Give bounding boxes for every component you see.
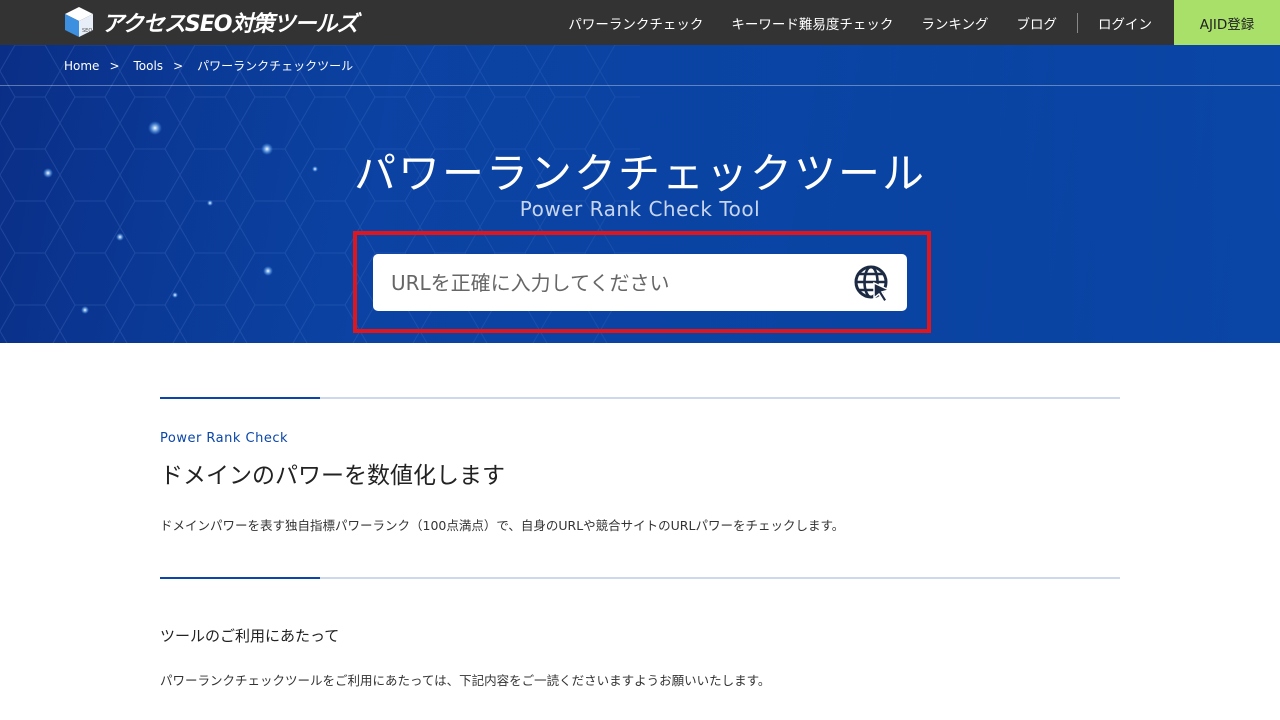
logo-badge: SEO xyxy=(82,28,92,34)
url-input[interactable] xyxy=(373,255,833,310)
url-search-box xyxy=(373,254,907,311)
login-link[interactable]: ログイン xyxy=(1084,13,1166,33)
breadcrumb-current: パワーランクチェックツール xyxy=(197,59,354,73)
breadcrumb-separator: > xyxy=(173,58,184,73)
breadcrumb-separator: > xyxy=(109,58,120,73)
globe-cursor-icon[interactable] xyxy=(853,264,893,304)
logo-text: アクセスSEO対策ツールズ xyxy=(102,12,358,37)
breadcrumb-tools[interactable]: Tools xyxy=(134,59,164,73)
nav-item-keyword-difficulty[interactable]: キーワード難易度チェック xyxy=(717,13,907,33)
nav-item-ranking[interactable]: ランキング xyxy=(907,13,1002,33)
page-subtitle: Power Rank Check Tool xyxy=(519,197,761,221)
main-nav: パワーランクチェック キーワード難易度チェック ランキング ブログ ログイン A… xyxy=(554,0,1280,45)
ajid-register-button[interactable]: AJID登録 xyxy=(1174,0,1280,45)
breadcrumb-home[interactable]: Home xyxy=(64,59,99,73)
section-divider xyxy=(160,397,1120,399)
nav-divider xyxy=(1077,12,1078,33)
breadcrumb: Home > Tools > パワーランクチェックツール xyxy=(64,57,353,74)
site-logo[interactable]: SEO アクセスSEO対策ツールズ xyxy=(62,3,358,41)
hero-section: Home > Tools > パワーランクチェックツール パワーランクチェックツ… xyxy=(0,45,1280,343)
usage-description: パワーランクチェックツールをご利用にあたっては、下記内容をご一読くださいますよう… xyxy=(160,673,771,688)
logo-cube-icon: SEO xyxy=(65,7,93,37)
section-heading: ドメインのパワーを数値化します xyxy=(160,463,505,489)
nav-item-power-rank-check[interactable]: パワーランクチェック xyxy=(554,13,717,33)
page-title: パワーランクチェックツール xyxy=(353,149,926,198)
usage-heading: ツールのご利用にあたって xyxy=(160,627,340,645)
nav-item-blog[interactable]: ブログ xyxy=(1003,13,1072,33)
top-navigation-bar: SEO アクセスSEO対策ツールズ パワーランクチェック キーワード難易度チェッ… xyxy=(0,0,1280,45)
intro-description: ドメインパワーを表す独自指標パワーランク（100点満点）で、自身のURLや競合サ… xyxy=(160,518,845,533)
section-divider xyxy=(160,577,1120,579)
hero-divider xyxy=(0,85,1280,86)
section-eyebrow: Power Rank Check xyxy=(160,431,289,446)
